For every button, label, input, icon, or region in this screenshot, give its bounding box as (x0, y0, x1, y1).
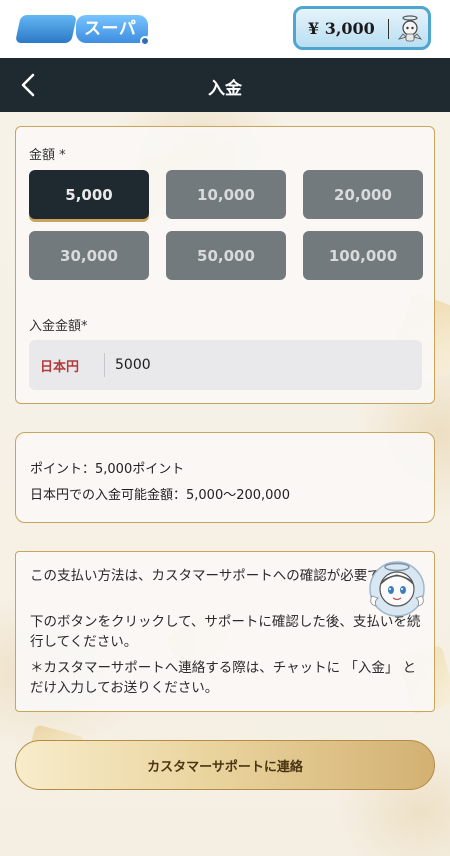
amount-option-20000[interactable]: 20,000 (303, 170, 423, 219)
deposit-amount-field[interactable]: 日本円 (29, 340, 422, 390)
balance-badge[interactable]: ¥ 3,000 (293, 6, 431, 50)
support-angel-icon[interactable] (366, 556, 428, 618)
amount-label: 金額 * (29, 148, 66, 163)
note-paragraph-2: 下のボタンをクリックして、サポートに確認した後、支払いを続行してください。 (30, 614, 421, 650)
page-header: 入金 (0, 58, 450, 112)
amount-card: 金額 * 5,000 10,000 20,000 30,000 50,000 1… (15, 126, 435, 404)
note-paragraph-3: ＊カスタマーサポートへ連絡する際は、チャットに 「入金」 とだけ入力してお送りく… (30, 660, 417, 696)
deposit-range-text: 日本円での入金可能金額：5,000〜200,000 (30, 488, 290, 503)
top-bar: スーパー天ヨ ¥ 3,000 (0, 0, 450, 67)
balance-amount: ¥ 3,000 (308, 19, 375, 38)
currency-label: 日本円 (40, 360, 80, 375)
deposit-info-card: ポイント：5,000ポイント 日本円での入金可能金額：5,000〜200,000 (15, 432, 435, 523)
payment-note-card: この支払い方法は、カスタマーサポートへの確認が必要です。 下のボタンをクリックし… (15, 551, 435, 712)
amount-option-10000[interactable]: 10,000 (166, 170, 286, 219)
page-title: 入金 (208, 79, 242, 99)
deposit-amount-input[interactable] (115, 351, 405, 379)
points-text: ポイント：5,000ポイント (30, 462, 185, 477)
site-logo[interactable]: スーパー天ヨ (15, 12, 150, 67)
field-divider (104, 353, 105, 377)
amount-option-5000[interactable]: 5,000 (29, 170, 149, 219)
logo-text: スーパー天ヨ (76, 15, 148, 67)
amount-option-30000[interactable]: 30,000 (29, 231, 149, 280)
balance-divider (388, 19, 389, 39)
contact-support-button[interactable]: カスタマーサポートに連絡 (15, 740, 435, 790)
logo-dot-icon (140, 36, 150, 46)
amount-option-50000[interactable]: 50,000 (166, 231, 286, 280)
angel-avatar-icon (397, 15, 423, 42)
deposit-amount-label: 入金金額* (29, 319, 88, 334)
logo-mark-icon (15, 15, 77, 43)
amount-option-100000[interactable]: 100,000 (303, 231, 423, 280)
